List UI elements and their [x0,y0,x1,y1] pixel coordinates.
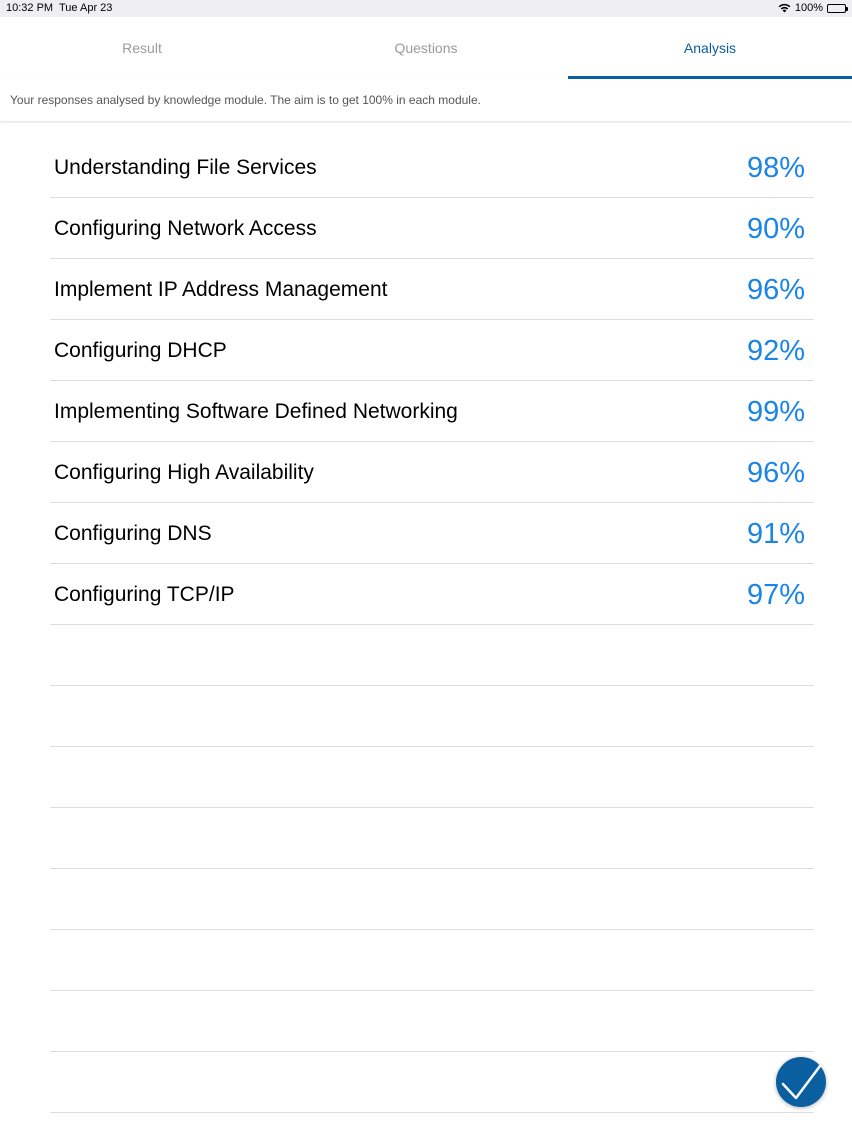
module-list: Understanding File Services 98% Configurin… [50,137,814,1113]
module-row[interactable]: Configuring High Availability 96% [50,442,814,503]
module-score: 96% [746,457,805,489]
analysis-description-text: Your responses analysed by knowledge mod… [10,93,481,107]
status-bar: 10:32 PM Tue Apr 23 100% [0,0,852,17]
module-row[interactable]: Implement IP Address Management 96% [50,259,814,320]
module-row[interactable]: Implementing Software Defined Networking… [50,381,814,442]
tab-questions[interactable]: Questions [284,17,568,79]
module-score: 97% [746,579,805,611]
module-name: Configuring High Availability [54,461,314,484]
module-row[interactable]: Understanding File Services 98% [50,137,814,198]
wifi-icon [778,3,791,13]
module-name: Understanding File Services [54,156,317,179]
analysis-description: Your responses analysed by knowledge mod… [0,79,852,121]
empty-row [50,625,814,686]
module-score: 90% [746,213,805,245]
module-row[interactable]: Configuring Network Access 90% [50,198,814,259]
tab-bar: Result Questions Analysis [0,17,852,79]
module-name: Implementing Software Defined Networking [54,400,458,423]
empty-row [50,930,814,991]
tab-result[interactable]: Result [0,17,284,79]
module-row[interactable]: Configuring DHCP 92% [50,320,814,381]
checkmark-icon [781,1064,822,1100]
battery-icon [827,3,848,13]
module-name: Implement IP Address Management [54,278,388,301]
battery-percent: 100% [794,2,823,14]
module-name: Configuring DNS [54,522,212,545]
status-time: 10:32 PM [6,2,54,14]
empty-row [50,991,814,1052]
empty-row [50,747,814,808]
empty-row [50,686,814,747]
empty-row [50,808,814,869]
status-right: 100% [778,2,848,14]
module-row[interactable]: Configuring TCP/IP 97% [50,564,814,625]
empty-row [50,869,814,930]
module-name: Configuring DHCP [54,339,227,362]
module-score: 92% [746,335,805,367]
module-score: 96% [746,274,805,306]
module-name: Configuring Network Access [54,217,317,240]
module-name: Configuring TCP/IP [54,583,235,606]
module-row[interactable]: Configuring DNS 91% [50,503,814,564]
empty-row [50,1052,814,1113]
tab-analysis[interactable]: Analysis [568,17,852,79]
module-score: 91% [746,518,805,550]
status-date: Tue Apr 23 [59,2,113,14]
done-button[interactable] [776,1057,826,1107]
module-score: 99% [746,396,805,428]
module-score: 98% [746,152,805,184]
